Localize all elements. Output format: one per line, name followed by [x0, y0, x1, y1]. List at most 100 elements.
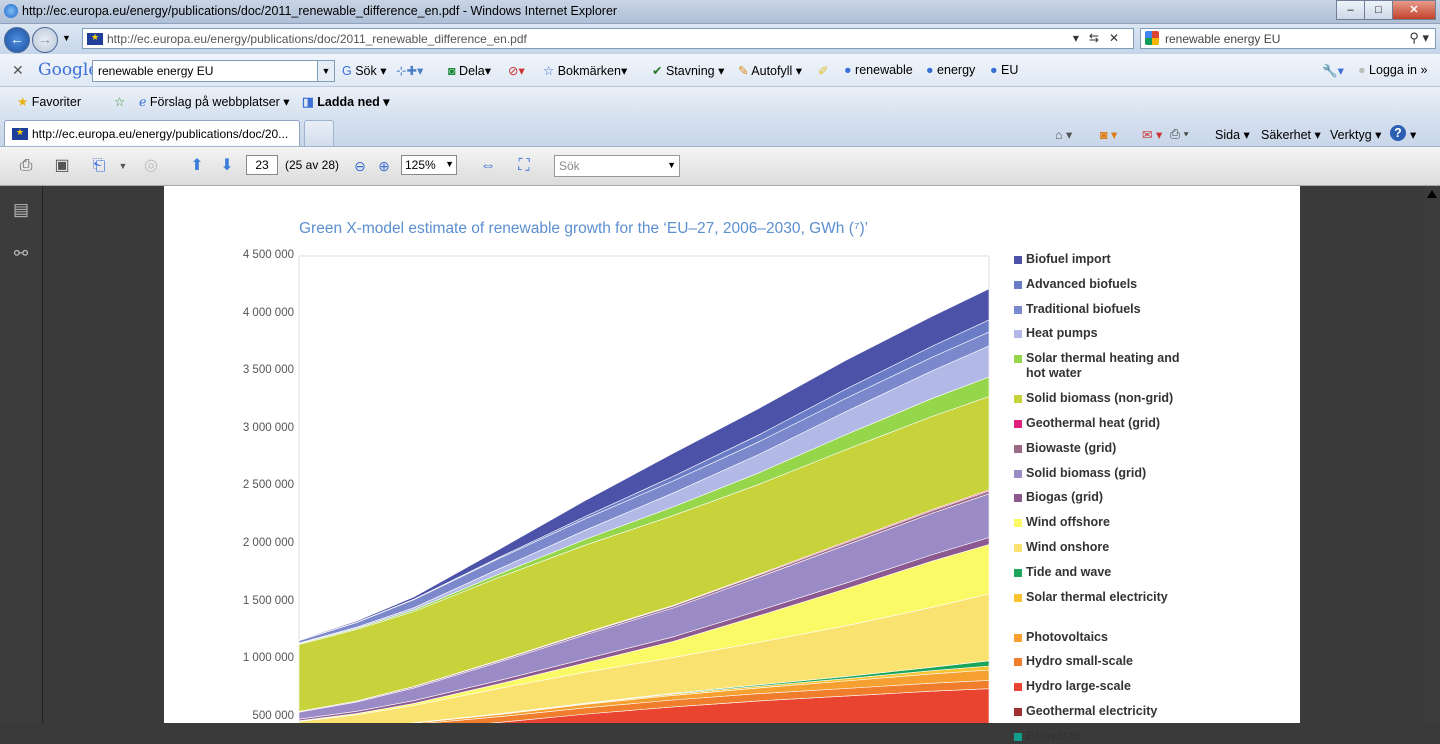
- tab-active[interactable]: http://ec.europa.eu/energy/publications/…: [4, 120, 300, 146]
- binoculars-icon[interactable]: ⚯: [11, 244, 31, 264]
- share-button[interactable]: ◙ Dela▾: [448, 63, 491, 78]
- legend-label: Solid biomass (non-grid): [1026, 391, 1174, 406]
- download-icon: ◨: [302, 95, 314, 109]
- favorites-button[interactable]: ★ Favoriter: [17, 94, 81, 109]
- home-icon[interactable]: ⌂ ▾: [1055, 127, 1072, 142]
- google-search-input[interactable]: renewable energy EU ▼: [92, 60, 335, 82]
- suggested-sites-button[interactable]: ℯ Förslag på webbplatser ▾: [139, 94, 290, 109]
- wrench-icon[interactable]: 🔧▾: [1322, 63, 1344, 79]
- download-button[interactable]: ◨ Ladda ned ▾: [302, 94, 390, 109]
- fit-page-icon[interactable]: ⛶: [513, 155, 535, 177]
- spelling-button[interactable]: ✔ Stavning ▾: [652, 63, 724, 78]
- legend-label: Geothermal heat (grid): [1026, 416, 1161, 430]
- popup-blocker-button[interactable]: ⊘▾: [508, 63, 525, 78]
- safety-menu[interactable]: Säkerhet ▾: [1261, 127, 1321, 142]
- legend-label: Biowaste: [1026, 728, 1081, 743]
- page-number-input[interactable]: 23: [246, 155, 278, 175]
- address-bar[interactable]: http://ec.europa.eu/energy/publications/…: [82, 28, 1134, 49]
- pages-icon[interactable]: ▤: [11, 200, 31, 220]
- help-dropdown-icon[interactable]: ▾: [1410, 127, 1416, 142]
- eu-flag-icon: [12, 127, 28, 140]
- back-button[interactable]: ←: [4, 27, 30, 53]
- y-tick-label: 1 000 000: [242, 652, 294, 665]
- forward-button[interactable]: →: [32, 27, 58, 53]
- next-page-button[interactable]: ⬇: [216, 155, 238, 177]
- attach-icon[interactable]: ⎗: [88, 155, 110, 177]
- y-tick-label: 2 000 000: [242, 537, 294, 549]
- google-search-button[interactable]: G Sök ▾: [342, 63, 387, 78]
- address-url: http://ec.europa.eu/energy/publications/…: [107, 32, 527, 46]
- pdf-nav-panel: ▤ ⚯: [0, 186, 43, 723]
- legend-swatch: [1014, 683, 1022, 692]
- add-favorite-icon[interactable]: ☆: [114, 94, 125, 109]
- new-tab-button[interactable]: [304, 120, 334, 146]
- globe-icon: ◎: [144, 157, 158, 174]
- word-find-energy[interactable]: ● energy: [926, 63, 975, 77]
- signin-button[interactable]: ● Logga in »: [1358, 63, 1427, 77]
- word-find-eu[interactable]: ● EU: [990, 63, 1018, 77]
- history-dropdown-icon[interactable]: ▼: [62, 33, 71, 43]
- y-tick-label: 2 500 000: [242, 479, 294, 492]
- add-button[interactable]: ⊹✚▾: [396, 63, 423, 78]
- legend-label: Advanced biofuels: [1026, 276, 1138, 291]
- highlight-icon[interactable]: ✐: [818, 63, 828, 78]
- legend-swatch: [1014, 658, 1022, 667]
- close-button[interactable]: ✕: [1392, 0, 1436, 20]
- legend-swatch: [1014, 732, 1022, 741]
- address-row: ← → ▼ http://ec.europa.eu/energy/publica…: [0, 24, 1440, 54]
- scroll-up-icon[interactable]: [1427, 190, 1437, 198]
- address-controls[interactable]: ▾⇆✕: [1073, 31, 1129, 45]
- mail-icon[interactable]: ✉ ▾: [1142, 127, 1162, 142]
- print-icon[interactable]: ⎙ ▾: [1170, 127, 1189, 142]
- bookmarks-button[interactable]: ☆ Bokmärken▾: [543, 63, 627, 78]
- page-menu[interactable]: Sida ▾: [1215, 127, 1250, 142]
- window-title: http://ec.europa.eu/energy/publications/…: [22, 4, 618, 18]
- chevron-down-icon[interactable]: ▼: [317, 61, 334, 81]
- legend-label: Biogas (grid): [1026, 490, 1104, 505]
- pdf-search-input[interactable]: Sök ▼: [554, 155, 680, 177]
- chevron-down-icon: ▼: [445, 159, 454, 169]
- pdf-search-placeholder: Sök: [559, 159, 580, 173]
- legend-swatch: [1014, 469, 1022, 478]
- y-tick-label: 1 500 000: [242, 594, 294, 607]
- help-icon[interactable]: ?: [1390, 125, 1406, 141]
- legend-swatch: [1014, 395, 1022, 404]
- search-icon[interactable]: ⚲ ▾: [1409, 30, 1429, 46]
- legend-swatch: [1014, 355, 1022, 364]
- chevron-down-icon: ▼: [667, 160, 676, 170]
- search-box[interactable]: renewable energy EU ⚲ ▾: [1140, 28, 1436, 49]
- fit-width-icon[interactable]: ⇔: [477, 155, 499, 177]
- legend-label: Wind offshore: [1026, 515, 1110, 530]
- word-find-renewable[interactable]: ● renewable: [844, 63, 913, 77]
- legend-swatch: [1014, 305, 1022, 314]
- legend-swatch: [1014, 280, 1022, 289]
- autofill-button[interactable]: ✎ Autofyll ▾: [738, 63, 802, 78]
- previous-page-button[interactable]: ⬆: [186, 155, 208, 177]
- legend-swatch: [1014, 444, 1022, 453]
- tools-menu[interactable]: Verktyg ▾: [1330, 127, 1381, 142]
- legend-swatch: [1014, 633, 1022, 642]
- vertical-scrollbar[interactable]: [1424, 186, 1440, 723]
- legend-label: Wind onshore: [1026, 540, 1110, 554]
- rss-icon[interactable]: ◙ ▾: [1100, 127, 1117, 142]
- zoom-out-button[interactable]: ⊖: [349, 155, 371, 177]
- zoom-value: 125%: [405, 158, 436, 172]
- print-icon[interactable]: ⎙: [15, 155, 37, 177]
- search-box-value: renewable energy EU: [1165, 32, 1281, 46]
- y-tick-label: 3 000 000: [242, 421, 294, 434]
- google-g-icon: G: [342, 64, 352, 78]
- zoom-select[interactable]: 125% ▼: [401, 155, 457, 175]
- maximize-button[interactable]: □: [1364, 0, 1393, 20]
- minimize-button[interactable]: –: [1336, 0, 1365, 20]
- y-tick-label: 4 500 000: [242, 249, 294, 261]
- y-tick-label: 4 000 000: [242, 306, 294, 319]
- legend-swatch: [1014, 330, 1022, 339]
- legend-label: Tide and wave: [1026, 564, 1112, 579]
- zoom-in-button[interactable]: ⊕: [373, 155, 395, 177]
- save-icon[interactable]: ▣: [51, 155, 73, 177]
- chevron-down-icon[interactable]: ▼: [112, 155, 134, 177]
- person-icon: ●: [990, 63, 998, 77]
- close-toolbar-icon[interactable]: ✕: [12, 62, 24, 79]
- pdf-page: Green X-model estimate of renewable grow…: [164, 186, 1300, 743]
- eu-flag-icon: [87, 32, 103, 45]
